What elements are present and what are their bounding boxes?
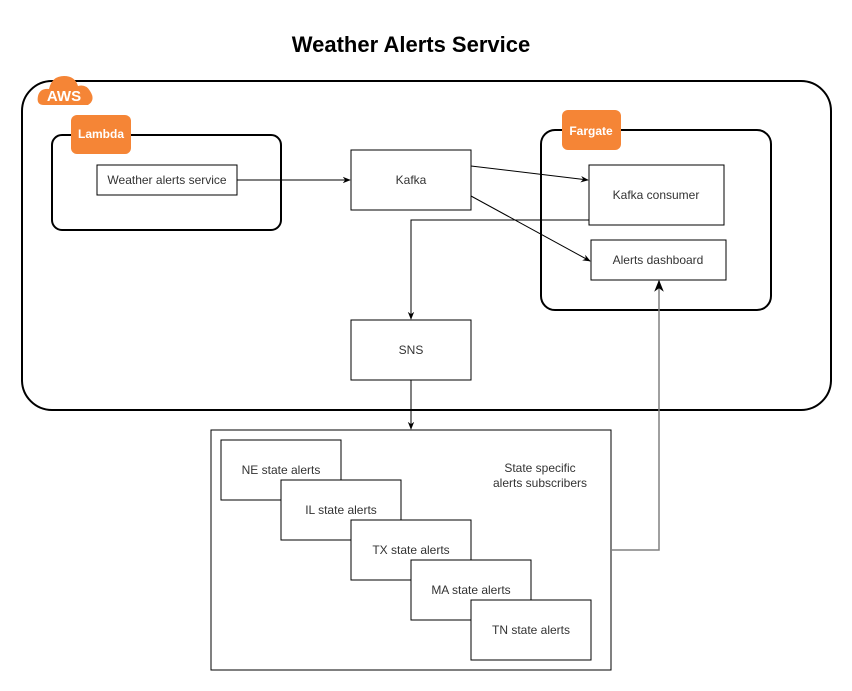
sns-label: SNS xyxy=(399,343,424,357)
kafka-label: Kafka xyxy=(396,173,427,187)
kafka-consumer-label: Kafka consumer xyxy=(613,188,700,202)
weather-alerts-service-label: Weather alerts service xyxy=(107,173,226,187)
lambda-badge: Lambda xyxy=(71,115,131,154)
fargate-badge: Fargate xyxy=(562,110,621,150)
state-label: TX state alerts xyxy=(372,543,449,557)
weather-alerts-service-node[interactable]: Weather alerts service xyxy=(96,164,238,196)
subscribers-label-line-1: State specific xyxy=(504,461,575,475)
lambda-label: Lambda xyxy=(78,127,124,141)
fargate-label: Fargate xyxy=(569,124,613,138)
kafka-node[interactable]: Kafka xyxy=(350,149,472,211)
edge-kafka-to-alerts-dashboard xyxy=(470,195,591,262)
state-node-tn[interactable]: TN state alerts xyxy=(470,599,592,661)
state-label: IL state alerts xyxy=(305,503,377,517)
state-label: MA state alerts xyxy=(431,583,510,597)
alerts-dashboard-label: Alerts dashboard xyxy=(613,253,704,267)
sns-node[interactable]: SNS xyxy=(350,319,472,381)
state-label: TN state alerts xyxy=(492,623,570,637)
diagram-title: Weather Alerts Service xyxy=(292,32,530,57)
edge-kafka-to-kafka-consumer xyxy=(470,165,589,183)
state-label: NE state alerts xyxy=(242,463,321,477)
edge-kafka-consumer-to-sns xyxy=(407,219,589,320)
edge-subscribers-to-alerts-dashboard xyxy=(611,279,664,551)
architecture-diagram: Weather Alerts Service AWS Lambda Weathe… xyxy=(21,32,832,671)
alerts-dashboard-node[interactable]: Alerts dashboard xyxy=(590,239,727,281)
aws-label: AWS xyxy=(47,88,81,105)
kafka-consumer-node[interactable]: Kafka consumer xyxy=(588,164,725,226)
subscribers-label-line-2: alerts subscribers xyxy=(493,476,587,490)
